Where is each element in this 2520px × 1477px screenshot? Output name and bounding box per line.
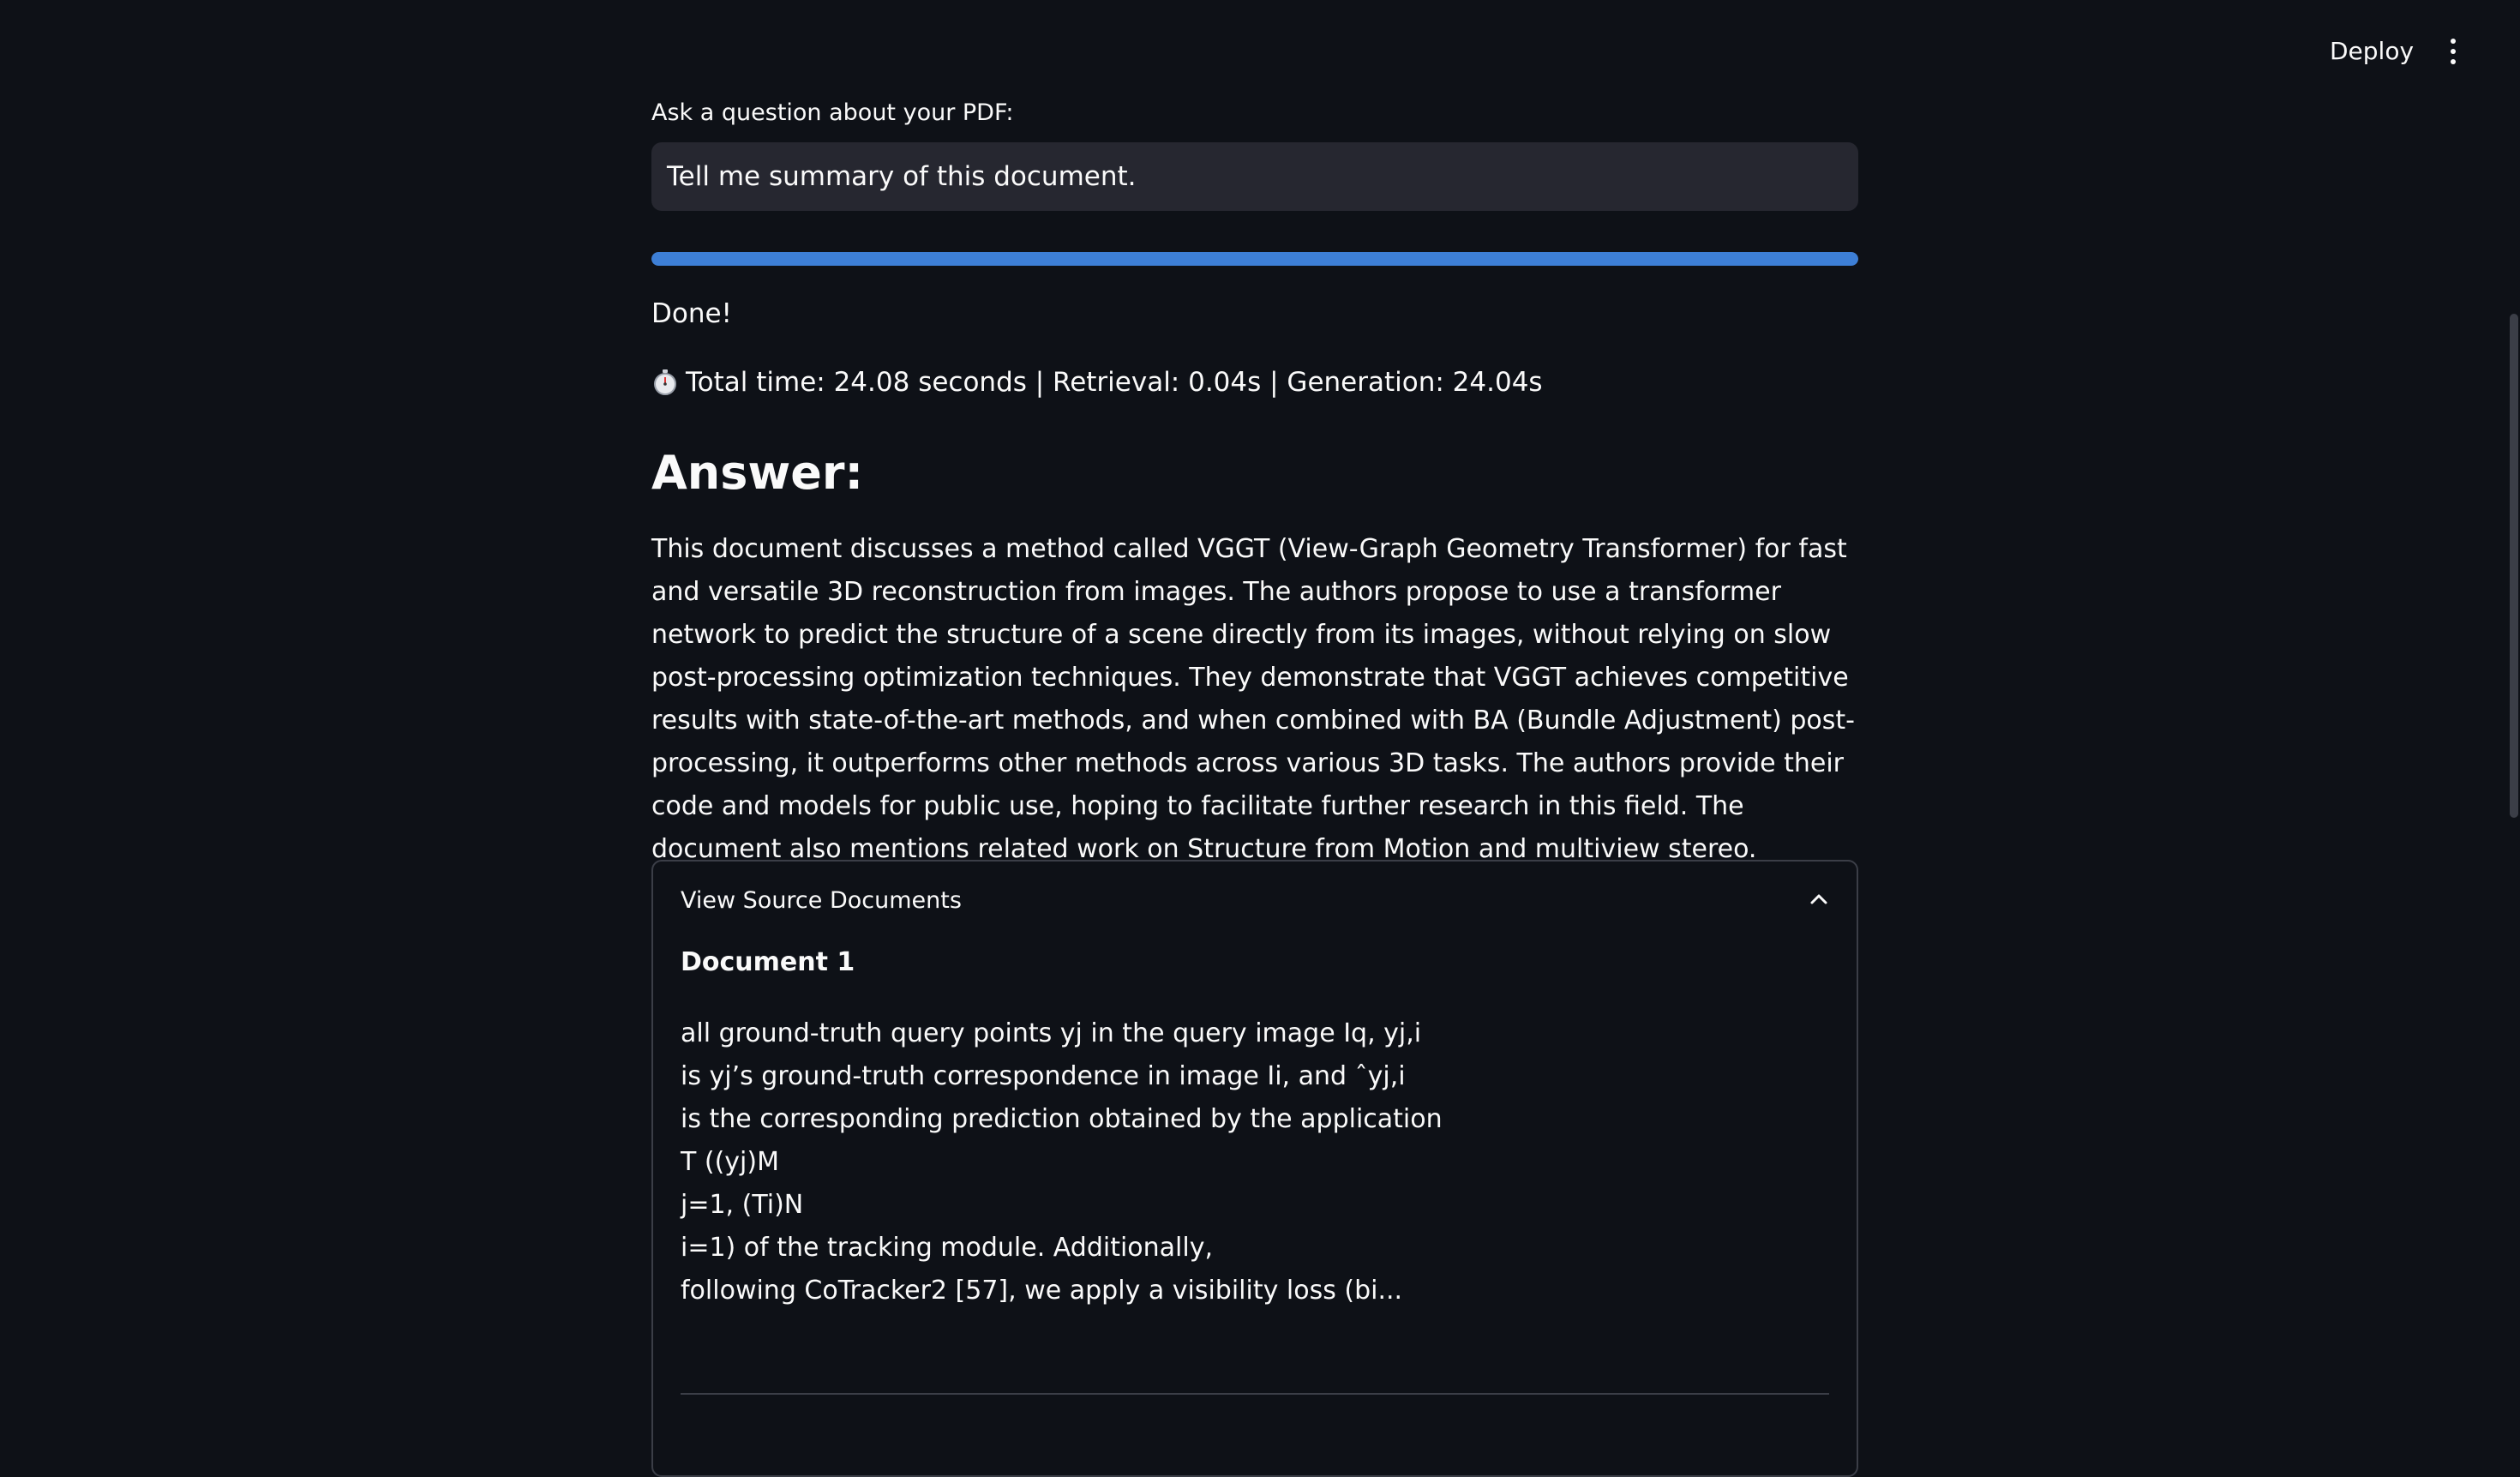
progress-bar-fill xyxy=(651,252,1858,266)
progress-bar xyxy=(651,252,1858,266)
timing-info: Total time: 24.08 seconds | Retrieval: 0… xyxy=(651,367,1543,398)
status-text: Done! xyxy=(651,298,732,329)
kebab-menu-icon[interactable] xyxy=(2436,33,2470,70)
question-label: Ask a question about your PDF: xyxy=(651,99,1014,126)
document-line: is yj’s ground-truth correspondence in i… xyxy=(681,1061,1406,1091)
expander-title: View Source Documents xyxy=(681,887,962,914)
source-documents-expander: View Source Documents Document 1 all gro… xyxy=(651,860,1858,1477)
question-input[interactable]: Tell me summary of this document. xyxy=(651,142,1858,211)
scrollbar-thumb[interactable] xyxy=(2510,314,2518,818)
document-line: following CoTracker2 [57], we apply a vi… xyxy=(681,1276,1403,1306)
document-title: Document 1 xyxy=(681,947,855,977)
document-line: i=1) of the tracking module. Additionall… xyxy=(681,1233,1214,1263)
chevron-up-icon xyxy=(1809,891,1829,908)
deploy-button[interactable]: Deploy xyxy=(2319,33,2424,70)
document-line: is the corresponding prediction obtained… xyxy=(681,1104,1443,1134)
source-documents-toggle[interactable]: View Source Documents xyxy=(653,862,1857,944)
stopwatch-icon xyxy=(651,369,679,396)
document-divider xyxy=(681,1393,1829,1395)
document-line: T ((yj)M xyxy=(681,1147,779,1177)
document-line: j=1, (Ti)N xyxy=(681,1190,804,1220)
answer-text: This document discusses a method called … xyxy=(651,534,1855,864)
timing-text: Total time: 24.08 seconds | Retrieval: 0… xyxy=(686,367,1543,398)
answer-heading: Answer: xyxy=(651,446,864,500)
document-line: all ground-truth query points yj in the … xyxy=(681,1018,1422,1048)
document-excerpt: all ground-truth query points yj in the … xyxy=(681,1012,1795,1312)
top-toolbar: Deploy xyxy=(0,0,2520,99)
